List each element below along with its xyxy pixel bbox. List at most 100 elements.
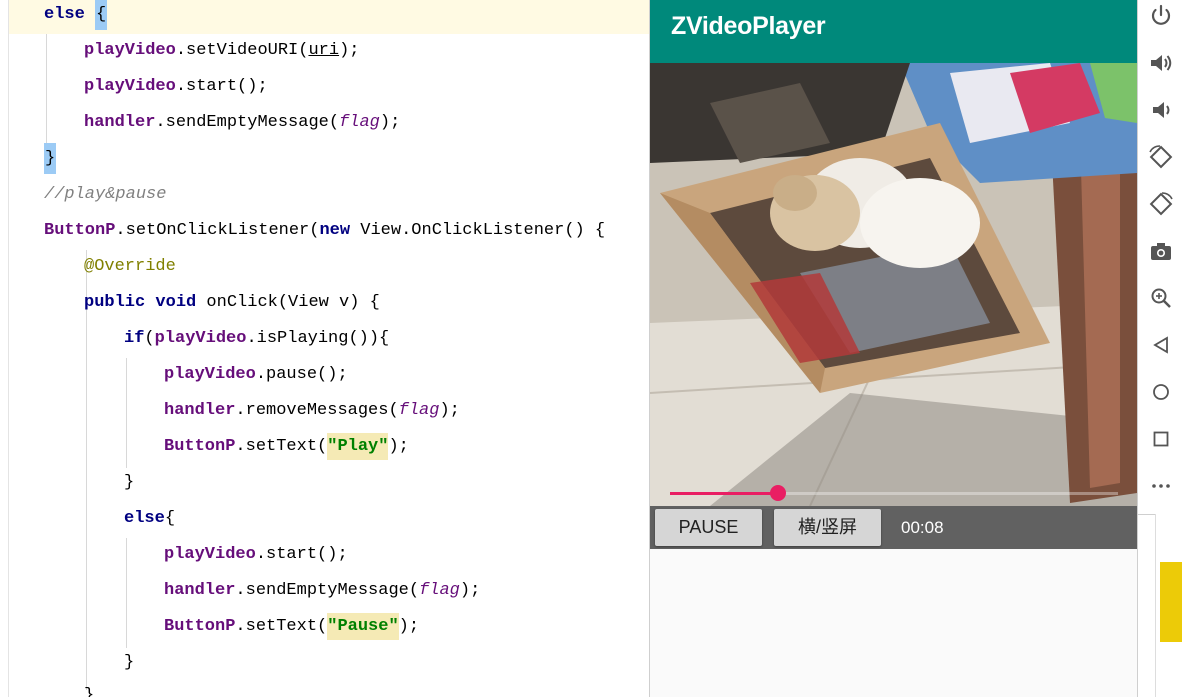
video-view[interactable] [650,63,1137,506]
method-call: .pause(); [255,365,348,384]
statement-end: ); [398,617,420,636]
paren: ( [144,329,155,348]
argument: uri [308,41,340,60]
annotation: @Override [84,257,176,276]
argument: flag [419,581,460,600]
statement-end: ); [379,113,401,132]
code-line[interactable]: } [124,645,134,681]
code-line[interactable]: handler.removeMessages(flag); [164,393,460,429]
field-ref: ButtonP [164,617,236,636]
time-label: 00:08 [901,518,944,537]
keyword: else [44,5,85,24]
code-line[interactable]: playVideo.pause(); [164,357,348,393]
seek-bar-thumb[interactable] [769,485,786,501]
home-icon[interactable] [1148,379,1174,405]
back-icon[interactable] [1148,332,1174,358]
code-line[interactable]: playVideo.start(); [164,537,348,573]
comment: //play&pause [44,185,167,204]
method-call: .removeMessages( [235,401,399,420]
video-frame-image [650,63,1137,506]
method-call: .sendEmptyMessage( [155,113,340,132]
statement-end: ); [439,401,460,420]
brace: { [164,509,176,528]
volume-up-icon[interactable] [1148,50,1174,76]
keyword: public [84,293,146,312]
method-call: .setVideoURI( [175,41,309,60]
method-call: .setText( [235,437,328,456]
app-title: ZVideoPlayer [671,12,826,40]
argument: flag [398,401,440,420]
code-line[interactable]: } [124,465,134,501]
code-line[interactable]: handler.sendEmptyMessage(flag); [164,573,480,609]
android-emulator-screen[interactable]: ZVideoPlayer PAUSE 横/竖屏 00:08 [649,0,1138,697]
keyword: else [124,509,165,528]
zoom-icon[interactable] [1148,285,1174,311]
code-line[interactable]: @Override [84,249,176,285]
field-ref: playVideo [164,545,256,564]
code-line[interactable]: ButtonP.setText("Pause"); [164,609,419,645]
brace: { [95,0,108,30]
method-call: .isPlaying()){ [246,329,390,348]
app-toolbar: ZVideoPlayer [650,0,1137,63]
keyword: new [319,221,351,240]
seek-bar-progress [670,492,778,495]
side-panel-marker [1160,562,1182,642]
field-ref: playVideo [84,77,176,96]
more-icon[interactable] [1148,473,1174,499]
code-line[interactable]: ButtonP.setText("Play"); [164,429,409,465]
code-line[interactable]: else{ [124,501,175,537]
brace: } [124,473,135,492]
code-line[interactable]: else { [44,0,108,33]
code-line[interactable]: playVideo.start(); [84,69,268,105]
seek-bar[interactable] [670,485,1118,501]
indent-guide [126,538,127,648]
code-line[interactable]: } [44,141,57,177]
camera-icon[interactable] [1148,238,1174,264]
code-line[interactable]: ButtonP.setOnClickListener(new View.OnCl… [44,213,605,249]
rotate-left-icon[interactable] [1148,144,1174,170]
string-literal: "Play" [327,433,389,460]
field-ref: handler [164,401,236,420]
player-controls: PAUSE 横/竖屏 00:08 [650,506,1137,549]
volume-down-icon[interactable] [1148,97,1174,123]
field-ref: handler [164,581,236,600]
rotate-right-icon[interactable] [1148,191,1174,217]
code-line[interactable]: handler.sendEmptyMessage(flag); [84,105,400,141]
method-call: .sendEmptyMessage( [235,581,420,600]
field-ref: handler [84,113,156,132]
field-ref: ButtonP [44,221,116,240]
method-call: .setText( [235,617,328,636]
brace: } [124,653,135,672]
keyword: void [155,293,197,312]
field-ref: playVideo [164,365,256,384]
brace: } [84,686,95,697]
empty-content-area [650,549,1137,697]
code-line[interactable]: //play&pause [44,177,166,213]
code-line[interactable]: public void onClick(View v) { [84,285,380,321]
overview-icon[interactable] [1148,426,1174,452]
method-call: .start(); [255,545,348,564]
field-ref: playVideo [84,41,176,60]
code-line[interactable]: } [84,678,94,697]
indent-guide [126,358,127,468]
statement-end: ); [459,581,481,600]
statement-end: ); [388,437,409,456]
code-text: View.OnClickListener() { [350,221,606,240]
code-line[interactable]: playVideo.setVideoURI(uri); [84,33,359,69]
code-text: onClick(View v) { [196,293,380,312]
code-editor[interactable]: else { playVideo.setVideoURI(uri); playV… [0,0,649,697]
argument: flag [339,113,380,132]
orientation-button[interactable]: 横/竖屏 [774,509,881,546]
method-call: .start(); [175,77,268,96]
editor-gutter [0,0,9,697]
power-icon[interactable] [1148,3,1174,29]
field-ref: playVideo [154,329,247,348]
pause-button[interactable]: PAUSE [655,509,762,546]
field-ref: ButtonP [164,437,236,456]
keyword: if [124,329,145,348]
code-line[interactable]: if(playVideo.isPlaying()){ [124,321,389,357]
method-call: .setOnClickListener( [115,221,320,240]
statement-end: ); [339,41,360,60]
string-literal: "Pause" [327,613,399,640]
emulator-side-toolbar [1137,0,1182,515]
